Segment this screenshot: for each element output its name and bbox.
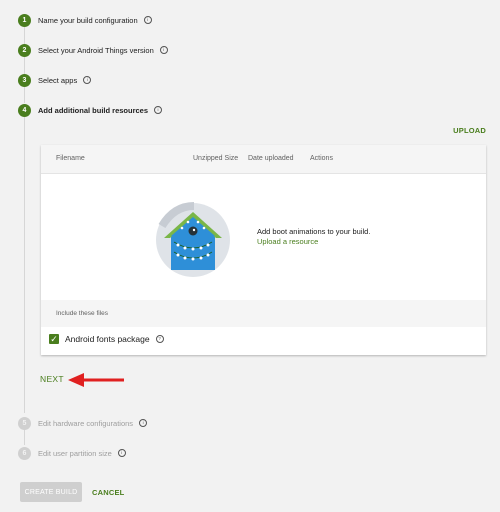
step-label: Edit hardware configurations [38,418,134,428]
info-icon[interactable]: i [143,16,152,24]
step-number: 1 [18,13,31,27]
fonts-package-row[interactable]: ✓ Android fonts package ? [49,334,164,344]
step-label: Edit user partition size [38,448,112,458]
step-3[interactable]: 3 Select apps i [18,73,92,87]
step-label: Name your build configuration [38,15,138,25]
fonts-package-checkbox[interactable]: ✓ [49,334,59,344]
step-label: Add additional build resources [38,105,149,115]
stepper-rail [24,27,25,103]
create-build-button[interactable]: CREATE BUILD [20,482,82,502]
step-4[interactable]: 4 Add additional build resources i [18,103,163,117]
stepper-rail [24,429,25,445]
cancel-button[interactable]: CANCEL [92,488,124,497]
include-files-title: Include these files [56,310,109,317]
step-number: 4 [18,103,31,117]
help-icon[interactable]: ? [155,335,164,343]
fonts-package-label: Android fonts package [65,334,150,344]
resources-table: Filename Unzipped Size Date uploaded Act… [41,145,486,355]
table-header: Filename Unzipped Size Date uploaded Act… [41,145,486,174]
empty-state-message: Add boot animations to your build. [257,227,371,236]
step-6: 6 Edit user partition size i [18,446,126,460]
upload-button[interactable]: UPLOAD [453,126,486,135]
step-2[interactable]: 2 Select your Android Things version i [18,43,168,57]
stepper-rail [24,117,25,413]
info-icon[interactable]: i [159,46,168,54]
step-label: Select apps [38,75,78,85]
upload-resource-link[interactable]: Upload a resource [257,237,318,246]
check-icon: ✓ [50,333,58,344]
column-unzipped-size[interactable]: Unzipped Size [193,155,238,162]
info-icon[interactable]: i [117,449,126,457]
info-icon[interactable]: i [139,419,148,427]
step-number: 5 [18,416,31,430]
info-icon[interactable]: i [154,106,163,114]
step-number: 3 [18,73,31,87]
house-illustration [156,202,230,277]
step-1[interactable]: 1 Name your build configuration i [18,13,152,27]
next-button[interactable]: NEXT [40,374,64,384]
step-number: 6 [18,446,31,460]
step-label: Select your Android Things version [38,45,154,55]
column-date-uploaded[interactable]: Date uploaded [248,155,294,162]
column-actions: Actions [310,155,333,162]
red-arrow [68,373,124,387]
column-filename[interactable]: Filename [56,155,85,162]
step-5: 5 Edit hardware configurations i [18,416,148,430]
info-icon[interactable]: i [83,76,92,84]
include-files-header: Include these files [41,300,486,327]
step-number: 2 [18,43,31,57]
